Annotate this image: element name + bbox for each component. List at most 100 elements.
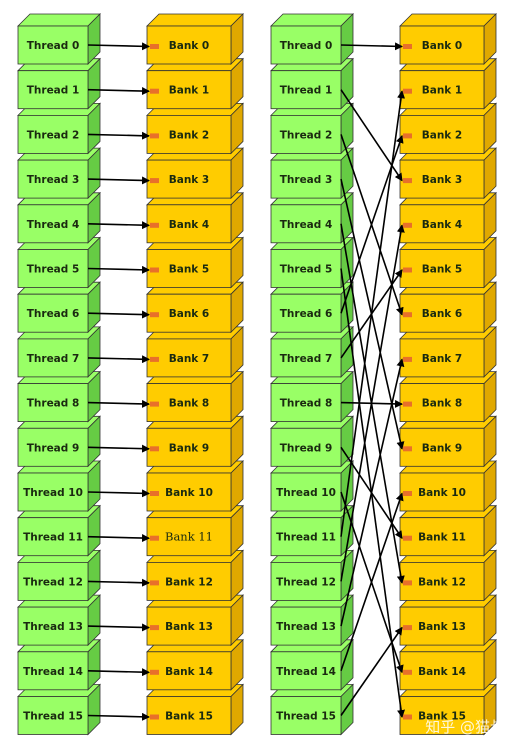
box-label: Thread 14 [23, 666, 83, 678]
box-label: Thread 6 [280, 308, 333, 320]
box-label: Bank 10 [165, 487, 213, 499]
box-label: Bank 3 [422, 174, 463, 186]
box-label: Thread 9 [27, 442, 80, 454]
bank-3: Bank 3 [399, 147, 497, 200]
bank-8: Bank 8 [146, 370, 244, 423]
bank-1: Bank 1 [399, 57, 497, 110]
bank-port [403, 401, 412, 407]
box-label: Thread 3 [280, 174, 333, 186]
thread-12: Thread 12 [17, 549, 101, 602]
bank-port [150, 178, 159, 184]
box-label: Thread 4 [280, 219, 333, 231]
box-label: Bank 7 [422, 353, 463, 365]
thread-0: Thread 0 [270, 13, 354, 65]
thread-10: Thread 10 [17, 460, 101, 512]
box-label: Thread 11 [276, 532, 336, 544]
thread-8: Thread 8 [17, 370, 101, 423]
bank-port [403, 133, 412, 139]
box-label: Bank 5 [422, 264, 463, 276]
bank-14: Bank 14 [146, 638, 244, 691]
bank-port [403, 580, 412, 586]
box-label: Bank 4 [422, 219, 463, 231]
bank-0: Bank 0 [146, 13, 244, 65]
box-label: Thread 9 [280, 442, 333, 454]
box-label: Bank 1 [169, 85, 210, 97]
bank-port [403, 491, 412, 496]
box-top [146, 13, 244, 27]
thread-4: Thread 4 [270, 191, 354, 244]
thread-5: Thread 5 [270, 236, 354, 289]
bank-port [150, 267, 159, 273]
bank-4: Bank 4 [399, 191, 497, 244]
thread-5: Thread 5 [17, 236, 101, 289]
box-label: Thread 7 [27, 353, 80, 365]
thread-15: Thread 15 [17, 683, 101, 736]
bank-6: Bank 6 [399, 281, 497, 334]
box-label: Bank 13 [165, 621, 213, 633]
box-label: Thread 8 [27, 398, 80, 410]
thread-6: Thread 6 [270, 281, 354, 334]
box-label: Thread 14 [276, 666, 336, 678]
bank-2: Bank 2 [399, 102, 497, 155]
box-label: Thread 1 [280, 85, 333, 97]
bank-3: Bank 3 [146, 147, 244, 200]
bank-conflict-diagram: Thread 15 Thread 14 Thread 13 Thread 12 Thre… [17, 13, 497, 736]
thread-0: Thread 0 [17, 13, 101, 65]
thread-13: Thread 13 [270, 594, 354, 647]
box-label: Thread 12 [23, 576, 83, 588]
bank-2: Bank 2 [146, 102, 244, 155]
bank-9: Bank 9 [146, 415, 244, 468]
box-label: Thread 15 [23, 711, 83, 723]
box-label: Bank 2 [422, 129, 463, 141]
bank-1: Bank 1 [146, 57, 244, 110]
box-label: Bank 3 [169, 174, 210, 186]
bank-port [150, 669, 159, 675]
bank-port [150, 714, 159, 720]
bank-port [150, 491, 159, 496]
thread-4: Thread 4 [17, 191, 101, 244]
bank-port [403, 267, 412, 273]
thread-3: Thread 3 [270, 147, 354, 200]
bank-8: Bank 8 [399, 370, 497, 423]
box-label: Bank 9 [422, 442, 463, 454]
bank-port [403, 714, 412, 720]
box-label: Bank 8 [422, 398, 463, 410]
bank-13: Bank 13 [399, 594, 497, 647]
bank-port [403, 669, 412, 675]
box-label: Bank 5 [169, 264, 210, 276]
box-label: Thread 0 [27, 40, 80, 52]
bank-port [403, 178, 412, 184]
box-label: Thread 4 [27, 219, 80, 231]
box-label: Bank 12 [165, 576, 213, 588]
thread-7: Thread 7 [17, 325, 101, 378]
bank-13: Bank 13 [146, 594, 244, 647]
thread-9: Thread 9 [17, 415, 101, 468]
bank-12: Bank 12 [399, 549, 497, 602]
watermark: 知乎 @猫叔 [425, 718, 505, 736]
bank-port [150, 535, 159, 541]
thread-2: Thread 2 [17, 102, 101, 155]
thread-3: Thread 3 [17, 147, 101, 200]
box-label: Thread 2 [27, 129, 80, 141]
bank-port [403, 535, 412, 541]
box-label: Thread 2 [280, 129, 333, 141]
bank-4: Bank 4 [146, 191, 244, 244]
box-label: Thread 7 [280, 353, 333, 365]
thread-1: Thread 1 [17, 57, 101, 110]
box-label: Bank 14 [418, 666, 466, 678]
box-label: Bank 10 [418, 487, 466, 499]
bank-0: Bank 0 [399, 13, 497, 65]
box-label: Thread 13 [23, 621, 83, 633]
box-label: Bank 0 [422, 40, 463, 52]
box-label: Thread 1 [27, 85, 80, 97]
bank-9: Bank 9 [399, 415, 497, 468]
bank-port [150, 44, 159, 49]
box-label: Bank 12 [418, 576, 466, 588]
bank-port [403, 625, 412, 631]
bank-port [403, 222, 412, 228]
box-label: Thread 5 [280, 264, 333, 276]
box-label: Thread 6 [27, 308, 80, 320]
bank-10: Bank 10 [399, 460, 497, 512]
box-label: Thread 10 [276, 487, 336, 499]
thread-7: Thread 7 [270, 325, 354, 378]
